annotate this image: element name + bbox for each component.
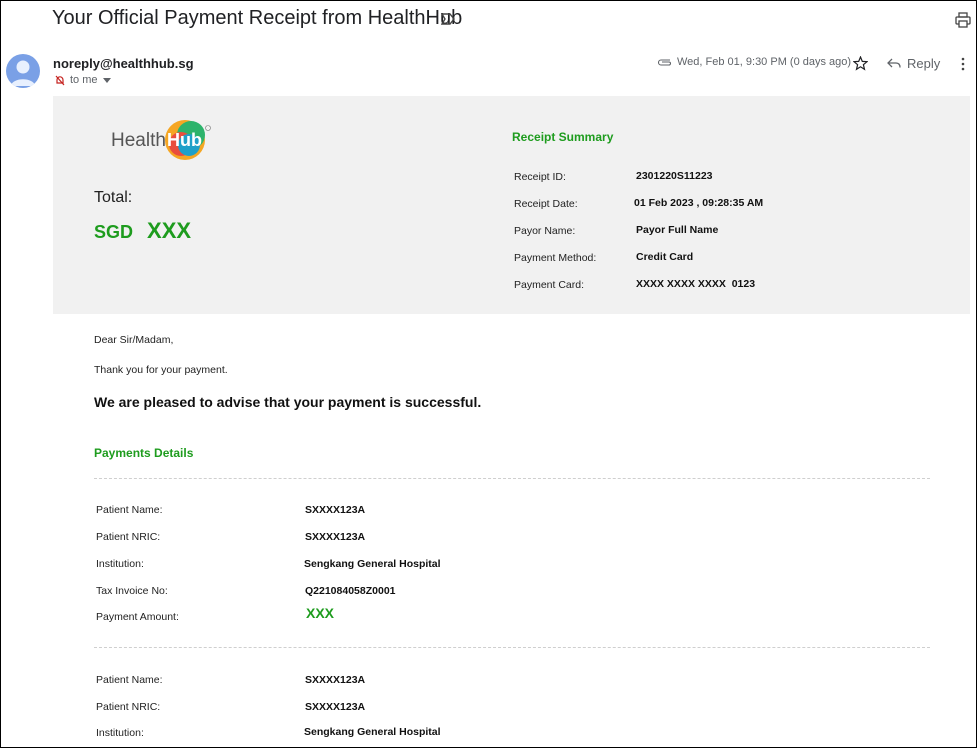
email-subject: Your Official Payment Receipt from Healt…	[52, 7, 463, 29]
to-me-label: to me	[70, 74, 98, 86]
sender-address[interactable]: noreply@healthhub.sg	[53, 56, 194, 71]
email-window: Your Official Payment Receipt from Healt…	[0, 0, 977, 748]
muted-icon	[55, 75, 65, 85]
payment-method-value: Credit Card	[636, 251, 694, 263]
reply-icon	[887, 58, 901, 68]
institution-value: Sengkang General Hospital	[304, 558, 441, 570]
logo-text-hub: Hub	[167, 130, 202, 150]
total-value: XXX	[147, 218, 192, 243]
receipt-date-value: 01 Feb 2023 , 09:28:35 AM	[634, 197, 764, 209]
total-currency: SGD	[94, 222, 134, 242]
patient-name-value: SXXXX123A	[305, 504, 366, 516]
print-icon[interactable]	[955, 12, 971, 28]
payment-method-label: Payment Method:	[514, 252, 597, 264]
divider	[94, 647, 930, 648]
payor-name-label: Payor Name:	[514, 225, 576, 237]
avatar-icon	[6, 54, 40, 88]
patient-nric-value: SXXXX123A	[305, 531, 366, 543]
tax-invoice-value: Q221084058Z0001	[305, 585, 396, 597]
thanks-text: Thank you for your payment.	[94, 364, 228, 376]
recipients-toggle[interactable]: to me	[55, 74, 111, 86]
email-meta: Wed, Feb 01, 9:30 PM (0 days ago)	[657, 56, 851, 68]
receipt-summary-title: Receipt Summary	[512, 130, 614, 144]
payment-card-label: Payment Card:	[514, 279, 585, 291]
reply-label: Reply	[907, 56, 941, 71]
institution-label: Institution:	[96, 727, 144, 739]
healthhub-logo: Health Hub	[111, 118, 215, 167]
payment-amount-value: XXX	[306, 605, 335, 621]
institution-label: Institution:	[96, 558, 144, 570]
patient-name-label: Patient Name:	[96, 504, 163, 516]
receipt-summary-panel: Health Hub Total: SGD XXX Receipt Summar…	[53, 96, 970, 314]
receipt-id-label: Receipt ID:	[514, 171, 566, 183]
star-icon[interactable]	[853, 56, 868, 71]
chevron-down-icon	[102, 77, 111, 83]
payment-card-value: XXXX XXXX XXXX 0123	[636, 278, 756, 290]
attachment-icon	[657, 58, 671, 66]
payor-name-value: Payor Full Name	[636, 224, 719, 236]
total-amount: SGD XXX	[94, 218, 191, 244]
success-message: We are pleased to advise that your payme…	[94, 394, 482, 410]
receipt-id-value: 2301220S11223	[636, 170, 713, 182]
institution-value: Sengkang General Hospital	[304, 726, 441, 738]
patient-nric-label: Patient NRIC:	[96, 531, 161, 543]
patient-nric-label: Patient NRIC:	[96, 701, 161, 713]
logo-text-health: Health	[111, 130, 166, 151]
receipt-date-label: Receipt Date:	[514, 198, 578, 210]
divider	[94, 478, 930, 479]
more-icon[interactable]	[959, 57, 967, 71]
greeting-text: Dear Sir/Madam,	[94, 334, 174, 346]
total-label: Total:	[94, 189, 133, 206]
label-icon[interactable]	[441, 13, 455, 25]
patient-nric-value: SXXXX123A	[305, 701, 366, 713]
patient-name-label: Patient Name:	[96, 674, 163, 686]
reply-button[interactable]: Reply	[887, 56, 940, 71]
patient-name-value: SXXXX123A	[305, 674, 366, 686]
tax-invoice-label: Tax Invoice No:	[96, 585, 168, 597]
email-date: Wed, Feb 01, 9:30 PM (0 days ago)	[677, 56, 852, 68]
payment-amount-label: Payment Amount:	[96, 611, 179, 623]
payment-details-title: Payments Details	[94, 446, 194, 460]
